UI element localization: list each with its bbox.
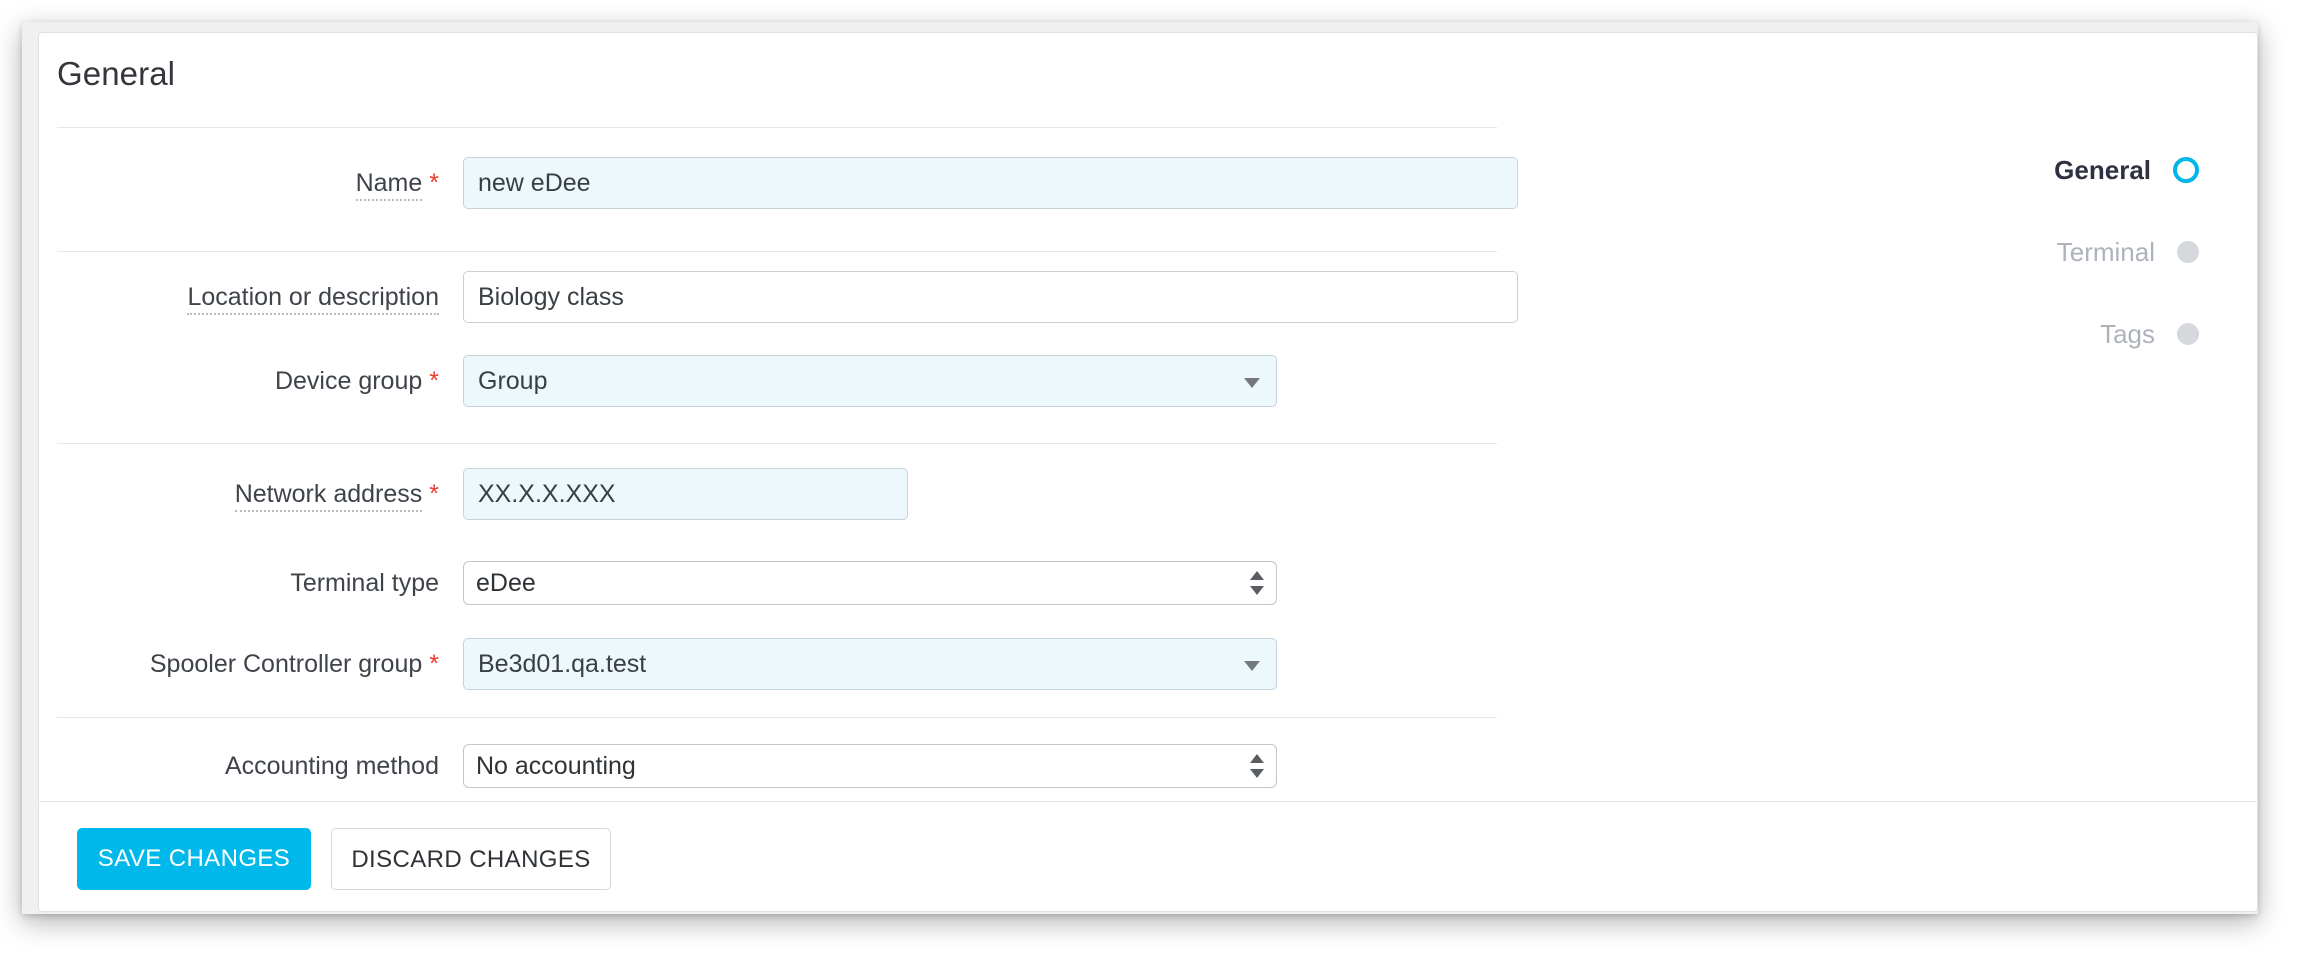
screen-root: General Name * new eDee Location or descr…: [0, 0, 2311, 967]
device-group-dropdown[interactable]: Group: [463, 355, 1277, 407]
label-spooler-controller-group-text: Spooler Controller group: [149, 650, 423, 678]
nav-item-tags-label: Tags: [2100, 318, 2155, 349]
terminal-type-value: eDee: [476, 569, 536, 597]
nav-item-tags[interactable]: Tags: [1979, 293, 2199, 375]
label-device-group-text: Device group: [274, 367, 423, 395]
label-wrap-spooler-controller-group: Spooler Controller group *: [39, 638, 439, 690]
nav-item-general[interactable]: General: [1979, 129, 2199, 211]
form-row-spooler-controller-group: Spooler Controller group * Be3d01.qa.test: [39, 638, 1479, 690]
divider-after-name: [57, 251, 1497, 252]
accounting-method-select[interactable]: No accounting: [463, 744, 1277, 788]
label-location: Location or description: [187, 271, 439, 323]
form-row-terminal-type: Terminal type eDee: [39, 557, 1479, 609]
page-title: General: [57, 55, 176, 92]
spooler-controller-group-value: Be3d01.qa.test: [478, 650, 647, 678]
spooler-controller-group-dropdown[interactable]: Be3d01.qa.test: [463, 638, 1277, 690]
discard-changes-button[interactable]: DISCARD CHANGES: [331, 828, 611, 890]
divider-header: [57, 127, 1497, 128]
form-row-accounting-method: Accounting method No accounting: [39, 740, 1479, 792]
divider-after-group: [57, 443, 1497, 444]
divider-after-spooler: [57, 717, 1497, 718]
required-asterisk: *: [429, 367, 439, 395]
label-accounting-method: Accounting method: [225, 740, 439, 792]
label-wrap-accounting-method: Accounting method: [39, 740, 439, 792]
label-network-address-text: Network address: [234, 480, 423, 512]
chevron-down-icon: [1244, 661, 1260, 671]
terminal-type-select[interactable]: eDee: [463, 561, 1277, 605]
label-wrap-name: Name *: [39, 157, 439, 209]
select-stepper-icon: [1250, 754, 1264, 778]
location-input[interactable]: Biology class: [463, 271, 1518, 323]
section-nav: General Terminal Tags: [1979, 129, 2199, 375]
label-wrap-network-address: Network address *: [39, 468, 439, 520]
label-network-address: Network address *: [234, 468, 439, 520]
label-device-group: Device group *: [275, 355, 439, 407]
form-row-device-group: Device group * Group: [39, 355, 1479, 407]
nav-item-terminal[interactable]: Terminal: [1979, 211, 2199, 293]
label-wrap-location: Location or description: [39, 271, 439, 323]
form-actions: SAVE CHANGES DISCARD CHANGES: [39, 802, 2257, 911]
label-location-text: Location or description: [187, 283, 439, 315]
general-settings-card: General Name * new eDee Location or descr…: [38, 32, 2258, 912]
form-row-network-address: Network address * XX.X.X.XXX: [39, 468, 1479, 520]
device-group-value: Group: [478, 367, 548, 395]
network-address-input[interactable]: XX.X.X.XXX: [463, 468, 908, 520]
label-terminal-type-text: Terminal type: [290, 569, 439, 597]
label-accounting-method-text: Accounting method: [224, 752, 439, 780]
form-row-name: Name * new eDee: [39, 157, 1518, 209]
label-terminal-type: Terminal type: [290, 557, 439, 609]
ring-icon: [2173, 157, 2199, 183]
dot-icon: [2177, 241, 2199, 263]
save-changes-button[interactable]: SAVE CHANGES: [77, 828, 311, 890]
label-wrap-terminal-type: Terminal type: [39, 557, 439, 609]
required-asterisk: *: [429, 480, 439, 508]
nav-item-terminal-label: Terminal: [2056, 236, 2155, 267]
form-row-location: Location or description Biology class: [39, 271, 1518, 323]
nav-item-general-label: General: [2054, 154, 2151, 185]
chevron-down-icon: [1244, 378, 1260, 388]
label-name: Name *: [355, 157, 439, 209]
label-spooler-controller-group: Spooler Controller group *: [150, 638, 439, 690]
select-stepper-icon: [1250, 571, 1264, 595]
label-name-text: Name: [355, 169, 423, 201]
dot-icon: [2177, 323, 2199, 345]
required-asterisk: *: [429, 169, 439, 197]
accounting-method-value: No accounting: [476, 752, 636, 780]
name-input[interactable]: new eDee: [463, 157, 1518, 209]
required-asterisk: *: [429, 650, 439, 678]
label-wrap-device-group: Device group *: [39, 355, 439, 407]
